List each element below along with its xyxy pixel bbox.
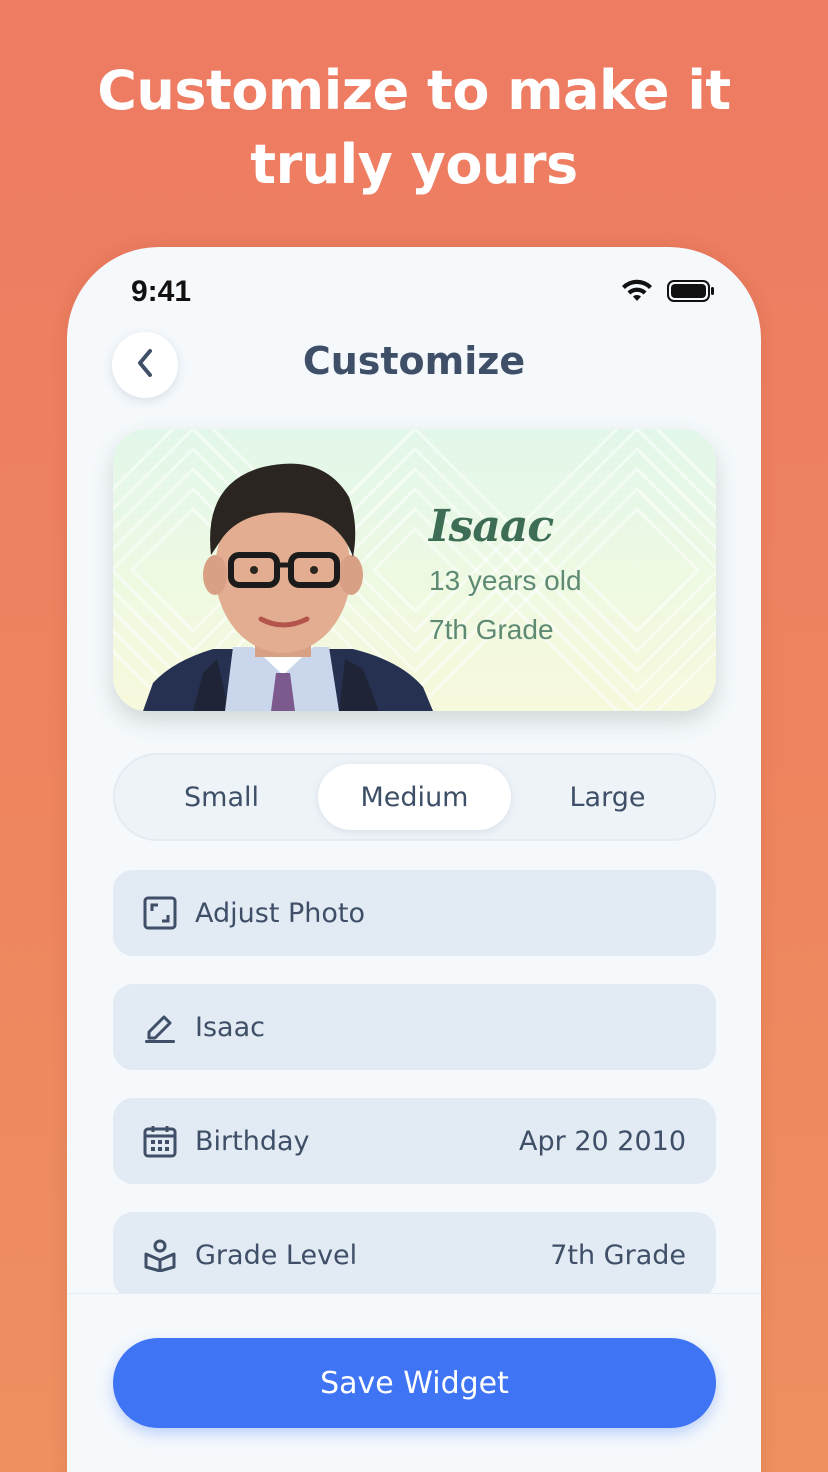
size-option-small[interactable]: Small <box>125 764 318 830</box>
grade-level-value: 7th Grade <box>550 1239 686 1271</box>
bottom-action-bar: Save Widget <box>67 1293 761 1472</box>
name-row[interactable]: Isaac <box>113 984 716 1070</box>
birthday-value: Apr 20 2010 <box>519 1125 686 1157</box>
widget-preview-card: Isaac 13 years old 7th Grade <box>113 429 716 711</box>
status-time: 9:41 <box>131 275 192 308</box>
page-title: Customize <box>302 339 526 383</box>
grade-level-row[interactable]: Grade Level 7th Grade <box>113 1212 716 1298</box>
birthday-label: Birthday <box>195 1125 310 1157</box>
child-photo <box>143 463 433 711</box>
headline: Customize to make it truly yours <box>0 54 828 202</box>
name-value: Isaac <box>195 1011 265 1043</box>
pencil-icon <box>143 1010 177 1044</box>
status-icons <box>621 279 715 308</box>
calendar-icon <box>143 1124 177 1158</box>
crop-icon <box>143 896 177 930</box>
phone-screen: 9:41 Customize Isaac 13 years old 7th Gr… <box>67 247 761 1472</box>
size-option-medium[interactable]: Medium <box>318 764 511 830</box>
adjust-photo-row[interactable]: Adjust Photo <box>113 870 716 956</box>
preview-age: 13 years old <box>429 565 582 596</box>
book-reader-icon <box>143 1238 177 1272</box>
headline-line-2: truly yours <box>250 133 578 196</box>
widget-size-selector: Small Medium Large <box>113 753 716 841</box>
save-widget-button[interactable]: Save Widget <box>113 1338 716 1428</box>
preview-name: Isaac <box>429 501 554 552</box>
battery-icon <box>667 279 715 308</box>
birthday-row[interactable]: Birthday Apr 20 2010 <box>113 1098 716 1184</box>
size-option-large[interactable]: Large <box>511 764 704 830</box>
adjust-photo-label: Adjust Photo <box>195 897 366 929</box>
preview-grade: 7th Grade <box>429 614 554 645</box>
grade-level-label: Grade Level <box>195 1239 358 1271</box>
headline-line-1: Customize to make it <box>97 59 731 122</box>
wifi-icon <box>621 279 653 308</box>
